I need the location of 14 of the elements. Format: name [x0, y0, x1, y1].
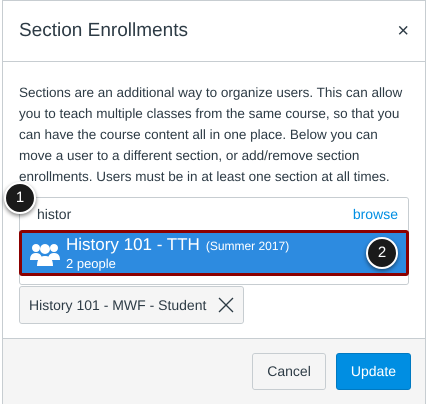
- update-button[interactable]: Update: [336, 353, 411, 390]
- close-button[interactable]: ×: [397, 21, 409, 41]
- dialog-title: Section Enrollments: [19, 18, 188, 43]
- enrollment-label: History 101 - MWF - Student: [29, 296, 206, 315]
- section-name: History 101 - TTH: [66, 234, 200, 256]
- search-field[interactable]: histor: [37, 204, 72, 224]
- browse-link[interactable]: browse: [352, 204, 398, 224]
- remove-icon[interactable]: [218, 297, 234, 313]
- step-number-badge: 1: [4, 182, 36, 214]
- cancel-button[interactable]: Cancel: [252, 353, 326, 390]
- section-result[interactable]: History 101 - TTH (Summer 2017) 2 people 2: [19, 230, 409, 276]
- step-number-badge: 2: [366, 237, 398, 269]
- section-term: (Summer 2017): [206, 239, 290, 254]
- people-count: 2 people: [66, 256, 117, 272]
